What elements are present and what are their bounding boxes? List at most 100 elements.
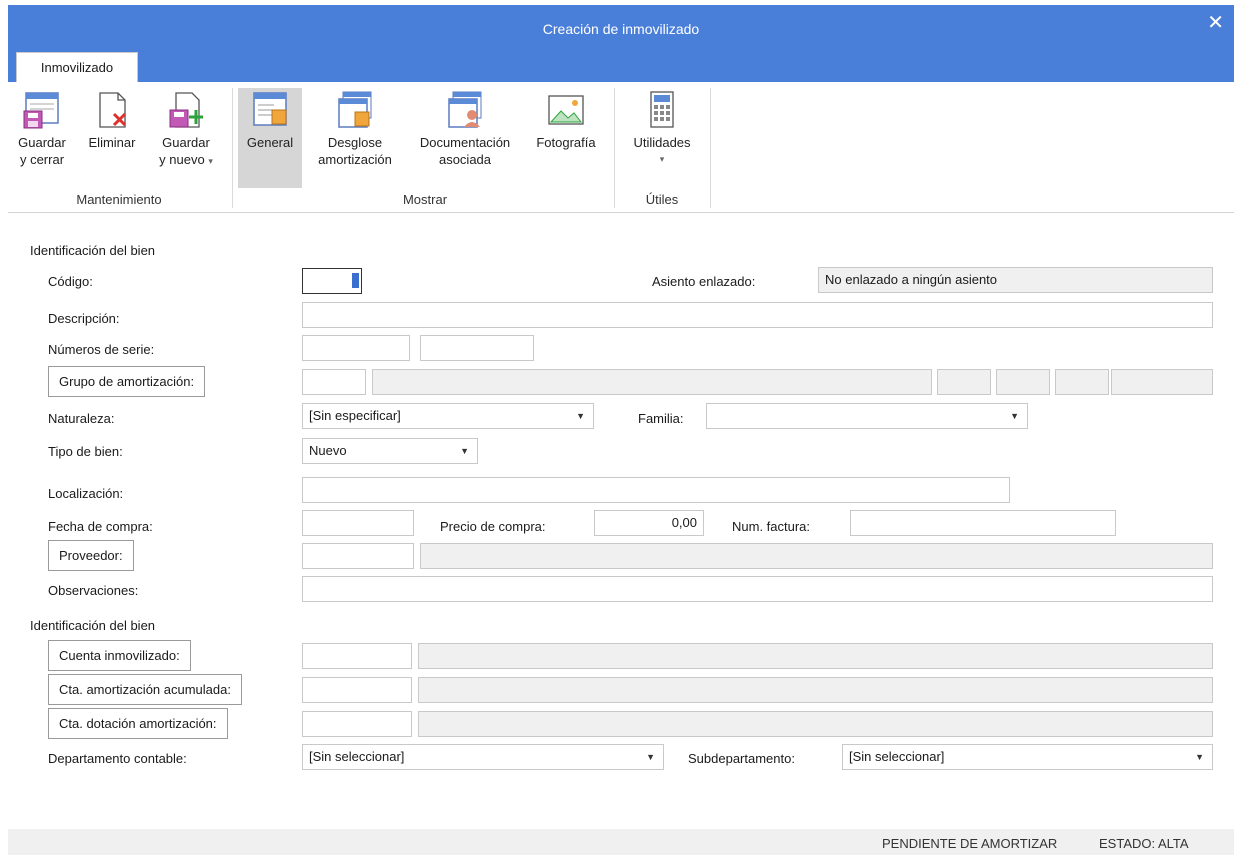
departamento-value: [Sin seleccionar] — [309, 749, 405, 764]
naturaleza-select[interactable]: [Sin especificar] ▼ — [302, 403, 594, 429]
grupo-amortizacion-col-1 — [937, 369, 991, 395]
proveedor-code-input[interactable] — [302, 543, 414, 569]
tipo-bien-label: Tipo de bien: — [48, 444, 123, 459]
numero-serie-2-input[interactable] — [420, 335, 534, 361]
num-factura-label: Num. factura: — [732, 519, 811, 534]
group-mantenimiento: Mantenimiento — [76, 192, 162, 207]
descripcion-label: Descripción: — [48, 311, 120, 326]
tipo-bien-select[interactable]: Nuevo ▼ — [302, 438, 478, 464]
chevron-down-icon: ▼ — [576, 411, 585, 421]
subdepartamento-select[interactable]: [Sin seleccionar] ▼ — [842, 744, 1213, 770]
asset-form: Identificación del bien Código: Asiento … — [8, 213, 1234, 829]
chevron-down-icon: ▾ — [208, 156, 213, 166]
desglose-label-1: Desglose — [327, 135, 383, 150]
numero-serie-1-input[interactable] — [302, 335, 410, 361]
general-button[interactable]: General — [238, 88, 302, 188]
chevron-down-icon: ▾ — [659, 154, 665, 164]
chevron-down-icon: ▼ — [1195, 752, 1204, 762]
grupo-amortizacion-col-4 — [1111, 369, 1213, 395]
desglose-label-2: amortización — [318, 152, 392, 167]
subdepartamento-label: Subdepartamento: — [688, 751, 795, 766]
asiento-field: No enlazado a ningún asiento — [818, 267, 1213, 293]
delete-button[interactable]: Eliminar — [82, 90, 142, 151]
tab-inmovilizado[interactable]: Inmovilizado — [16, 52, 138, 82]
chevron-down-icon: ▼ — [1010, 411, 1019, 421]
tipo-bien-value: Nuevo — [309, 443, 347, 458]
save-close-icon — [23, 92, 59, 129]
grupo-amortizacion-col-3 — [1055, 369, 1109, 395]
naturaleza-label: Naturaleza: — [48, 411, 115, 426]
group-utiles: Útiles — [645, 192, 679, 207]
documentation-icon — [448, 91, 482, 128]
cta-amortizacion-acumulada-input[interactable] — [302, 677, 412, 703]
proveedor-button[interactable]: Proveedor: — [48, 540, 134, 571]
grupo-amortizacion-button[interactable]: Grupo de amortización: — [48, 366, 206, 397]
group-mostrar: Mostrar — [402, 192, 448, 207]
cta-amortizacion-acumulada-desc — [418, 677, 1213, 703]
fecha-compra-input[interactable] — [302, 510, 414, 536]
cta-dotacion-amortizacion-input[interactable] — [302, 711, 412, 737]
fotografia-button[interactable]: Fotografía — [528, 90, 604, 151]
cta-dotacion-amortizacion-button[interactable]: Cta. dotación amortización: — [48, 708, 228, 739]
desglose-icon — [338, 91, 372, 128]
save-close-label-1: Guardar — [18, 135, 66, 150]
cuenta-inmovilizado-button[interactable]: Cuenta inmovilizado: — [48, 640, 191, 671]
localizacion-label: Localización: — [48, 486, 124, 501]
localizacion-input[interactable] — [302, 477, 1010, 503]
cta-dotacion-amortizacion-desc — [418, 711, 1213, 737]
general-form-icon — [253, 92, 287, 126]
delete-label: Eliminar — [88, 135, 136, 150]
codigo-label: Código: — [48, 274, 93, 289]
chevron-down-icon: ▼ — [646, 752, 655, 762]
num-factura-input[interactable] — [850, 510, 1116, 536]
close-icon[interactable]: ✕ — [1207, 13, 1224, 33]
dialog-window: Creación de inmovilizado ✕ Inmovilizado … — [0, 0, 1234, 855]
utilidades-button[interactable]: Utilidades ▾ — [620, 90, 704, 168]
ribbon: Guardar y cerrar Eliminar Guardar y nuev… — [8, 82, 1234, 213]
descripcion-input[interactable] — [302, 302, 1213, 328]
grupo-amortizacion-code-input[interactable] — [302, 369, 366, 395]
delete-document-icon — [99, 92, 127, 128]
familia-label: Familia: — [638, 411, 684, 426]
save-new-label-2-text: y nuevo — [159, 152, 205, 167]
save-new-button[interactable]: Guardar y nuevo ▾ — [154, 90, 218, 170]
naturaleza-value: [Sin especificar] — [309, 408, 401, 423]
status-bar: PENDIENTE DE AMORTIZAR ESTADO: ALTA — [8, 829, 1234, 855]
save-new-icon — [169, 92, 203, 128]
save-close-button[interactable]: Guardar y cerrar — [12, 90, 72, 168]
fotografia-label: Fotografía — [536, 135, 596, 150]
departamento-label: Departamento contable: — [48, 751, 187, 766]
section-title-identificacion: Identificación del bien — [30, 243, 156, 258]
cuenta-inmovilizado-input[interactable] — [302, 643, 412, 669]
documentacion-label-2: asociada — [438, 152, 492, 167]
codigo-input[interactable] — [302, 268, 362, 294]
numeros-serie-label: Números de serie: — [48, 342, 155, 357]
observaciones-label: Observaciones: — [48, 583, 139, 598]
save-new-label-1: Guardar — [162, 135, 210, 150]
precio-compra-input[interactable]: 0,00 — [594, 510, 704, 536]
desglose-amortizacion-button[interactable]: Desglose amortización — [310, 90, 400, 168]
utilidades-label: Utilidades — [633, 135, 691, 150]
group-separator — [232, 88, 233, 208]
asiento-label: Asiento enlazado: — [652, 274, 756, 289]
calculator-icon — [650, 91, 674, 128]
window-title: Creación de inmovilizado — [542, 21, 700, 37]
precio-compra-label: Precio de compra: — [440, 519, 546, 534]
documentacion-label-1: Documentación — [419, 135, 511, 150]
observaciones-input[interactable] — [302, 576, 1213, 602]
title-bar: Creación de inmovilizado ✕ — [8, 5, 1234, 52]
section-title-cuentas: Identificación del bien — [30, 618, 156, 633]
save-new-label-2: y nuevo ▾ — [154, 151, 218, 170]
save-close-label-2: y cerrar — [19, 152, 65, 167]
group-separator — [614, 88, 615, 208]
departamento-select[interactable]: [Sin seleccionar] ▼ — [302, 744, 664, 770]
group-separator — [710, 88, 711, 208]
documentacion-asociada-button[interactable]: Documentación asociada — [406, 90, 524, 168]
text-cursor — [352, 273, 359, 288]
cta-amortizacion-acumulada-button[interactable]: Cta. amortización acumulada: — [48, 674, 242, 705]
grupo-amortizacion-col-2 — [996, 369, 1050, 395]
subdepartamento-value: [Sin seleccionar] — [849, 749, 945, 764]
cuenta-inmovilizado-desc — [418, 643, 1213, 669]
grupo-amortizacion-desc — [372, 369, 932, 395]
familia-select[interactable]: ▼ — [706, 403, 1028, 429]
